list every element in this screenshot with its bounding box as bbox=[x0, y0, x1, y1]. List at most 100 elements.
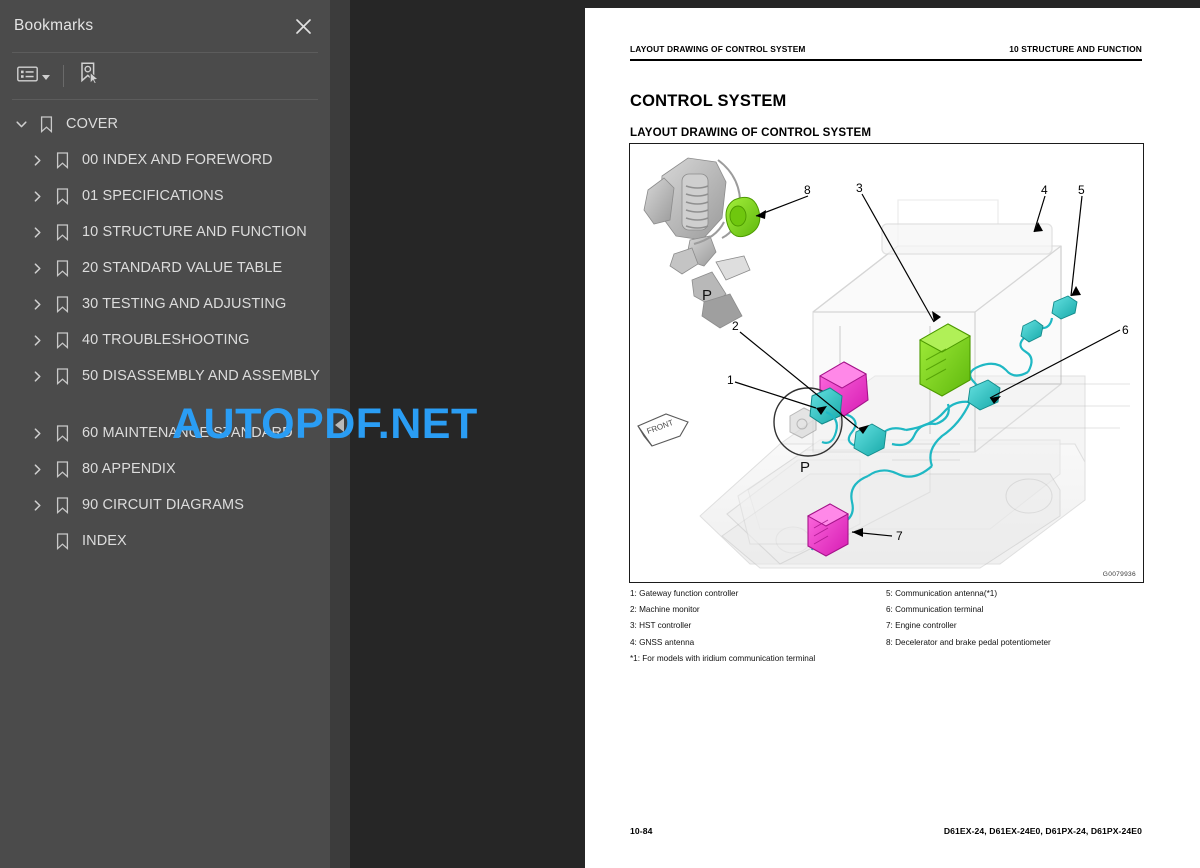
chevron-right-icon[interactable] bbox=[24, 487, 50, 523]
page-number: 10-84 bbox=[630, 826, 653, 836]
toolbar-separator bbox=[63, 65, 64, 87]
svg-text:6: 6 bbox=[1122, 323, 1129, 337]
bookmark-label: 01 SPECIFICATIONS bbox=[82, 188, 224, 204]
legend-footnote: *1: For models with iridium communicatio… bbox=[630, 653, 816, 663]
legend-item: 2: Machine monitor bbox=[630, 605, 700, 615]
bookmark-icon bbox=[50, 214, 74, 250]
chevron-right-icon[interactable] bbox=[24, 358, 50, 394]
bookmark-icon bbox=[50, 142, 74, 178]
running-head-right: 10 STRUCTURE AND FUNCTION bbox=[1009, 44, 1142, 54]
chevron-right-icon[interactable] bbox=[24, 286, 50, 322]
chevron-down-icon[interactable] bbox=[8, 106, 34, 142]
figure-id: G0079936 bbox=[1102, 571, 1136, 578]
chevron-right-icon[interactable] bbox=[24, 214, 50, 250]
legend-item: 8: Decelerator and brake pedal potentiom… bbox=[886, 637, 1051, 647]
figure-legend: 1: Gateway function controller 2: Machin… bbox=[630, 586, 1142, 667]
bookmark-item-cover[interactable]: COVER bbox=[0, 106, 330, 142]
bookmark-icon bbox=[50, 358, 74, 394]
bookmark-label: INDEX bbox=[82, 533, 127, 549]
bookmark-icon bbox=[50, 451, 74, 487]
triangle-left-icon[interactable] bbox=[335, 418, 344, 432]
legend-item: 1: Gateway function controller bbox=[630, 589, 739, 598]
bookmark-icon bbox=[50, 523, 74, 559]
chevron-right-icon[interactable] bbox=[24, 415, 50, 451]
svg-text:8: 8 bbox=[804, 183, 811, 197]
bookmark-item-90-circuit-diagrams[interactable]: 90 CIRCUIT DIAGRAMS bbox=[0, 487, 330, 523]
page-title: CONTROL SYSTEM bbox=[630, 92, 787, 110]
legend-item: 5: Communication antenna(*1) bbox=[886, 589, 998, 598]
bookmark-label: 50 DISASSEMBLY AND ASSEMBLY bbox=[82, 368, 321, 384]
page-subtitle: LAYOUT DRAWING OF CONTROL SYSTEM bbox=[630, 126, 872, 139]
bookmark-item-20-standard-value-table[interactable]: 20 STANDARD VALUE TABLE bbox=[0, 250, 330, 286]
svg-text:2: 2 bbox=[732, 319, 739, 333]
legend-item: 3: HST controller bbox=[630, 621, 692, 631]
svg-text:4: 4 bbox=[1041, 183, 1048, 197]
bookmark-label: 20 STANDARD VALUE TABLE bbox=[82, 260, 283, 276]
bookmark-label: 60 MAINTENANCE STANDARD bbox=[82, 425, 293, 441]
chevron-right-icon[interactable] bbox=[24, 250, 50, 286]
svg-text:1: 1 bbox=[727, 373, 734, 387]
chevron-down-icon bbox=[42, 74, 50, 80]
bookmark-icon bbox=[50, 322, 74, 358]
bookmarks-tree: COVER 00 INDEX AND FOREWORD 01 SPECIFICA… bbox=[0, 100, 330, 559]
bookmark-pointer-icon bbox=[79, 62, 100, 90]
list-options-button[interactable] bbox=[13, 63, 54, 90]
bookmarks-sidebar: Bookmarks COVER 00 INDEX AND FOREWORD 01… bbox=[0, 0, 330, 868]
running-head: LAYOUT DRAWING OF CONTROL SYSTEM 10 STRU… bbox=[630, 44, 1142, 54]
chevron-right-icon[interactable] bbox=[24, 451, 50, 487]
bookmark-item-index[interactable]: INDEX bbox=[0, 523, 330, 559]
bookmark-pointer-button[interactable] bbox=[75, 59, 104, 93]
bookmark-item-40-troubleshooting[interactable]: 40 TROUBLESHOOTING bbox=[0, 322, 330, 358]
model-list: D61EX-24, D61EX-24E0, D61PX-24, D61PX-24… bbox=[943, 826, 1142, 836]
legend-item: 6: Communication terminal bbox=[886, 605, 984, 615]
chevron-right-icon[interactable] bbox=[24, 178, 50, 214]
bookmarks-panel-title: Bookmarks bbox=[14, 17, 94, 34]
running-head-left: LAYOUT DRAWING OF CONTROL SYSTEM bbox=[630, 44, 806, 54]
bookmark-label: 30 TESTING AND ADJUSTING bbox=[82, 296, 287, 312]
svg-text:7: 7 bbox=[896, 529, 903, 543]
legend-column-right: 5: Communication antenna(*1) 6: Communic… bbox=[886, 586, 1142, 651]
detail-label-p-bottom: P bbox=[800, 459, 810, 476]
close-icon[interactable] bbox=[290, 13, 316, 39]
running-head-rule bbox=[630, 59, 1142, 62]
bookmark-item-00-index-and-foreword[interactable]: 00 INDEX AND FOREWORD bbox=[0, 142, 330, 178]
detail-label-p-top: P bbox=[702, 287, 712, 304]
bookmark-icon bbox=[50, 415, 74, 451]
bookmark-icon bbox=[34, 106, 58, 142]
bookmark-label: 10 STRUCTURE AND FUNCTION bbox=[82, 224, 307, 240]
front-direction-indicator: FRONT bbox=[637, 413, 689, 447]
bookmark-label: COVER bbox=[66, 116, 119, 132]
legend-column-left: 1: Gateway function controller 2: Machin… bbox=[630, 586, 886, 651]
chevron-right-icon[interactable] bbox=[24, 322, 50, 358]
bookmark-item-30-testing-and-adjusting[interactable]: 30 TESTING AND ADJUSTING bbox=[0, 286, 330, 322]
page-footer: 10-84 D61EX-24, D61EX-24E0, D61PX-24, D6… bbox=[630, 826, 1142, 836]
bookmark-icon bbox=[50, 487, 74, 523]
svg-text:5: 5 bbox=[1078, 183, 1085, 197]
bookmark-item-01-specifications[interactable]: 01 SPECIFICATIONS bbox=[0, 178, 330, 214]
pdf-viewer: Bookmarks COVER 00 INDEX AND FOREWORD 01… bbox=[0, 0, 1200, 868]
bookmarks-toolbar bbox=[0, 53, 330, 99]
svg-text:3: 3 bbox=[856, 181, 863, 195]
legend-item: 4: GNSS antenna bbox=[630, 637, 695, 647]
bookmark-item-80-appendix[interactable]: 80 APPENDIX bbox=[0, 451, 330, 487]
bookmark-icon bbox=[50, 286, 74, 322]
bookmark-icon bbox=[50, 250, 74, 286]
sidebar-divider bbox=[330, 0, 350, 868]
pedal-assembly-detail: P bbox=[643, 157, 761, 329]
bookmark-item-60-maintenance-standard[interactable]: 60 MAINTENANCE STANDARD bbox=[0, 415, 330, 451]
highlight-potentiometer bbox=[725, 196, 761, 238]
bookmark-label: 40 TROUBLESHOOTING bbox=[82, 332, 250, 348]
bookmark-icon bbox=[50, 178, 74, 214]
figure-illustration: P P FRONT 8 3 4 5 6 2 1 7 bbox=[637, 157, 1130, 569]
document-area[interactable]: LAYOUT DRAWING OF CONTROL SYSTEM 10 STRU… bbox=[350, 0, 1200, 868]
list-options-icon bbox=[17, 66, 38, 87]
bookmarks-titlebar: Bookmarks bbox=[0, 0, 330, 52]
bookmark-item-10-structure-and-function[interactable]: 10 STRUCTURE AND FUNCTION bbox=[0, 214, 330, 250]
figure-control-system-layout: P P FRONT 8 3 4 5 6 2 1 7 G0079936 bbox=[629, 143, 1144, 583]
legend-item: 7: Engine controller bbox=[886, 621, 957, 631]
pdf-page: LAYOUT DRAWING OF CONTROL SYSTEM 10 STRU… bbox=[585, 8, 1200, 868]
bookmark-label: 90 CIRCUIT DIAGRAMS bbox=[82, 497, 244, 513]
bookmark-label: 00 INDEX AND FOREWORD bbox=[82, 152, 273, 168]
chevron-right-icon[interactable] bbox=[24, 142, 50, 178]
bookmark-item-50-disassembly-and-assembly[interactable]: 50 DISASSEMBLY AND ASSEMBLY bbox=[0, 358, 330, 415]
